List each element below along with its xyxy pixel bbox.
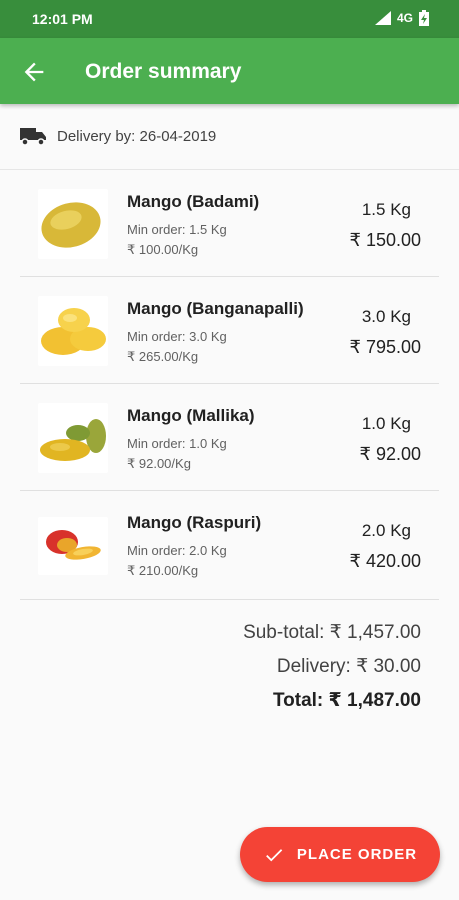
page-title: Order summary — [85, 60, 242, 83]
truck-icon — [20, 128, 46, 146]
status-bar: 12:01 PM 4G — [0, 0, 459, 38]
item-name: Mango (Raspuri) — [127, 513, 262, 532]
item-rate: ₹ 100.00/Kg — [127, 242, 199, 257]
back-button[interactable] — [20, 58, 48, 86]
item-price: ₹ 420.00 — [349, 551, 421, 571]
place-order-button[interactable]: PLACE ORDER — [240, 827, 440, 882]
item-name: Mango (Banganapalli) — [127, 299, 304, 318]
item-name: Mango (Badami) — [127, 192, 260, 211]
item-min-order: Min order: 1.5 Kg — [127, 222, 227, 237]
delivery-date: Delivery by: 26-04-2019 — [57, 127, 217, 145]
item-min-order: Min order: 3.0 Kg — [127, 329, 227, 344]
product-image — [38, 296, 108, 366]
app-bar: Order summary — [0, 38, 459, 104]
product-image — [38, 517, 108, 575]
delivery-info: Delivery by: 26-04-2019 — [20, 126, 216, 146]
item-price: ₹ 92.00 — [359, 444, 422, 464]
place-order-label: PLACE ORDER — [296, 846, 418, 863]
order-item[interactable]: Mango (Mallika) Min order: 1.0 Kg ₹ 92.0… — [0, 384, 459, 491]
status-time: 12:01 PM — [32, 11, 93, 27]
item-quantity: 2.0 Kg — [361, 521, 411, 540]
divider — [20, 599, 439, 600]
check-icon — [266, 848, 283, 861]
item-name: Mango (Mallika) — [127, 406, 255, 425]
item-quantity: 3.0 Kg — [361, 307, 411, 326]
order-item[interactable]: Mango (Badami) Min order: 1.5 Kg ₹ 100.0… — [0, 170, 459, 277]
subtotal: Sub-total: ₹ 1,457.00 — [243, 622, 421, 643]
back-arrow-icon — [24, 62, 44, 82]
signal-icon — [374, 11, 391, 25]
network-type: 4G — [396, 11, 413, 25]
delivery-charge: Delivery: ₹ 30.00 — [276, 656, 421, 677]
item-price: ₹ 150.00 — [349, 230, 421, 250]
order-total: Total: ₹ 1,487.00 — [272, 690, 421, 711]
item-rate: ₹ 210.00/Kg — [127, 563, 199, 578]
item-rate: ₹ 265.00/Kg — [127, 349, 199, 364]
item-min-order: Min order: 2.0 Kg — [127, 543, 227, 558]
item-quantity: 1.0 Kg — [361, 414, 411, 433]
item-rate: ₹ 92.00/Kg — [127, 456, 191, 471]
product-image — [38, 189, 108, 259]
status-icons: 4G — [374, 10, 429, 26]
battery-icon — [419, 10, 429, 26]
item-min-order: Min order: 1.0 Kg — [127, 436, 227, 451]
product-image — [38, 403, 108, 473]
item-price: ₹ 795.00 — [349, 337, 421, 357]
order-item[interactable]: Mango (Raspuri) Min order: 2.0 Kg ₹ 210.… — [0, 491, 459, 600]
item-quantity: 1.5 Kg — [361, 200, 411, 219]
order-item[interactable]: Mango (Banganapalli) Min order: 3.0 Kg ₹… — [0, 277, 459, 384]
